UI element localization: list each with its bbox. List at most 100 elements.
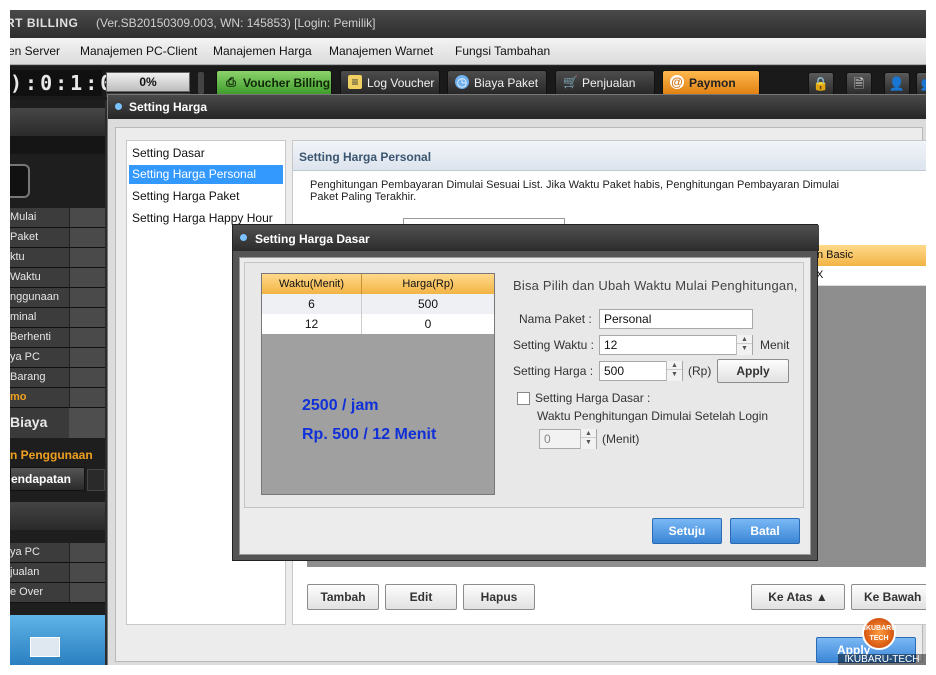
menu-manajemen-pc-client[interactable]: Manajemen PC-Client [80,44,197,58]
user-icon[interactable]: 👤 [884,72,910,96]
spin-up-icon[interactable]: ▲ [667,361,682,370]
hapus-button[interactable]: Hapus [463,584,535,610]
paymon-button[interactable]: @ Paymon [662,70,760,96]
setting-harga-dasar-checkbox-label: Setting Harga Dasar : [535,391,651,405]
menu-server[interactable]: en Server [10,44,60,58]
window-bullet-icon [115,103,122,110]
clock-icon: ◷ [455,75,469,89]
category-setting-dasar[interactable]: Setting Dasar [129,144,283,163]
sidebar-row: ktu [10,248,105,268]
ke-bawah-button[interactable]: Ke Bawah ▼ [851,584,926,610]
voucher-billing-label: Voucher Billing [243,76,331,90]
sidebar-row: Berhenti [10,328,105,348]
batal-button[interactable]: Batal [730,518,800,544]
tab-next[interactable] [87,469,105,491]
usage-timer: ):0:1:0: [10,70,131,96]
progress-indicator: 0% [106,72,190,92]
toolbar-grip [198,72,204,94]
sidebar-row: Barang [10,368,105,388]
tab-pendapatan[interactable]: endapatan [10,467,85,491]
document-icon[interactable]: 🗎 [846,72,872,96]
penggunaan-heading: n Penggunaan [10,448,93,462]
nama-paket-input[interactable]: Personal [599,309,753,329]
setting-waktu-input[interactable]: 12 ▲ ▼ [599,335,753,355]
base-price-table: Waktu(Menit) Harga(Rp) 6 500 12 0 2500 /… [261,273,495,495]
sidebar-row: ya PC [10,543,105,563]
setting-harga-dasar-dialog: Setting Harga Dasar Waktu(Menit) Harga(R… [232,224,819,561]
watermark-text: IKUBARU-TECH Labs [838,654,926,665]
sidebar-subheader [10,502,105,530]
menu-bar: en Server Manajemen PC-Client Manajemen … [10,38,926,65]
dialog-instruction: Bisa Pilih dan Ubah Waktu Mulai Penghitu… [513,278,798,293]
watermark-logo: IKUBARU TECH [862,616,896,650]
biaya-paket-button[interactable]: ◷ Biaya Paket [447,70,547,96]
nama-paket-label: Nama Paket : [519,312,592,326]
users-icon[interactable]: 👥 [916,72,926,96]
panel-header: Setting Harga Personal [293,141,926,171]
setting-waktu-value: 12 [604,338,618,352]
setting-harga-stepper[interactable]: ▲ ▼ [666,361,682,381]
cart-icon: 🛒 [563,75,578,89]
dialog-apply-button[interactable]: Apply [717,359,789,383]
setting-waktu-stepper[interactable]: ▲ ▼ [736,335,752,355]
panel-description: Penghitungan Pembayaran Dimulai Sesuai L… [310,179,840,203]
ke-atas-button[interactable]: Ke Atas ▲ [751,584,845,610]
sidebar-header [10,108,105,136]
dialog-body: Waktu(Menit) Harga(Rp) 6 500 12 0 2500 /… [239,257,811,555]
watermark: IKUBARU TECH IKUBARU-TECH Labs [838,616,926,665]
desktop-preview [10,615,105,665]
spin-up-icon[interactable]: ▲ [737,335,752,344]
category-setting-harga-paket[interactable]: Setting Harga Paket [129,187,283,206]
sidebar-row: nggunaan [10,288,105,308]
dialog-content: Waktu(Menit) Harga(Rp) 6 500 12 0 2500 /… [244,262,804,508]
printer-icon: ⎙ [226,75,236,89]
setuju-button[interactable]: Setuju [652,518,722,544]
biaya-paket-label: Biaya Paket [474,76,539,90]
paymon-icon: @ [670,75,684,89]
sidebar-strip [10,136,105,154]
setting-harga-value: 500 [604,364,625,378]
sidebar-row: minal [10,308,105,328]
menu-fungsi-tambahan[interactable]: Fungsi Tambahan [455,44,550,58]
lock-icon[interactable]: 🔒 [808,72,834,96]
table-cell: 500 [417,297,439,311]
penjualan-label: Penjualan [582,76,636,90]
sidebar-row: Waktu [10,268,105,288]
window-title: Setting Harga [129,100,208,114]
app-screen: RT BILLING (Ver.SB20150309.003, WN: 1458… [10,10,926,665]
sidebar-row: jualan [10,563,105,583]
setting-harga-dasar-checkbox[interactable] [517,392,530,405]
notes-icon: ≡ [348,75,362,89]
category-setting-harga-personal[interactable]: Setting Harga Personal [129,165,283,184]
menu-manajemen-harga[interactable]: Manajemen Harga [213,44,312,58]
table-cell: 6 [262,294,362,314]
sidebar-row: Paket [10,228,105,248]
table-row[interactable]: 6 500 [262,294,494,314]
edit-button[interactable]: Edit [385,584,457,610]
setting-waktu-unit: Menit [760,338,790,352]
column-harga-rp: Harga(Rp) [362,274,494,294]
app-version: (Ver.SB20150309.003, WN: 145853) [Login:… [96,16,376,30]
sidebar-row: Mulai [10,208,105,228]
penjualan-button[interactable]: 🛒 Penjualan [555,70,655,96]
table-cell: 0 [424,317,432,331]
spin-down-icon[interactable]: ▼ [667,370,682,379]
dialog-title-bar: Setting Harga Dasar [233,225,819,251]
log-voucher-button[interactable]: ≡ Log Voucher [340,70,440,96]
title-bar: RT BILLING (Ver.SB20150309.003, WN: 1458… [10,10,926,38]
waktu-login-label: Waktu Penghitungan Dimulai Setelah Login [537,409,769,423]
setting-harga-unit: (Rp) [688,364,712,378]
waktu-login-unit: (Menit) [602,432,640,446]
setting-harga-label: Setting Harga : [513,364,594,378]
tambah-button[interactable]: Tambah [307,584,379,610]
log-voucher-label: Log Voucher [367,76,435,90]
setting-harga-input[interactable]: 500 ▲ ▼ [599,361,683,381]
voucher-billing-button[interactable]: ⎙ Voucher Billing [216,70,332,96]
menu-manajemen-warnet[interactable]: Manajemen Warnet [329,44,433,58]
table-row[interactable]: 12 0 [262,314,494,334]
left-sidebar: Mulai Paket ktu Waktu nggunaan minal Ber… [10,100,105,665]
spin-down-icon[interactable]: ▼ [737,344,752,353]
sidebar-row: e Over [10,583,105,603]
thumbnail-image [30,637,60,657]
sidebar-toggle-button[interactable] [10,164,30,198]
